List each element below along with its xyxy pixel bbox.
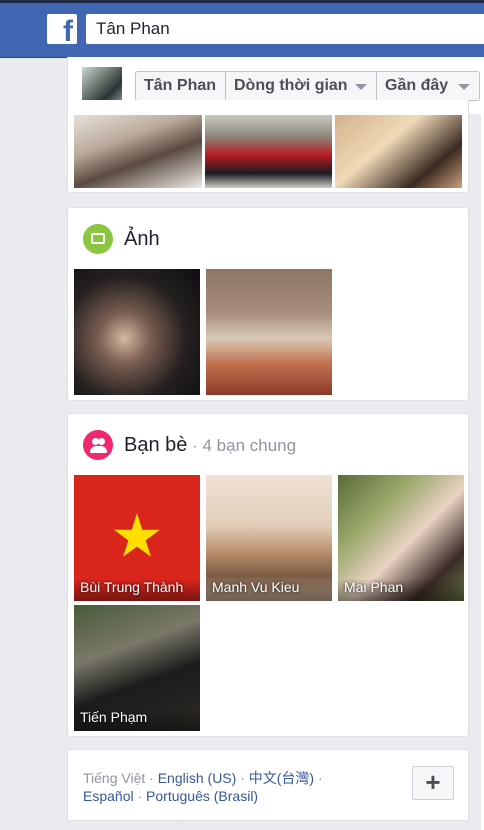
- friends-card: Bạn bè · 4 bạn chung Bùi Trung Thành Man…: [67, 413, 469, 737]
- language-link-chinese[interactable]: 中文(台灣): [249, 770, 314, 786]
- top-navigation-bar: f: [0, 0, 484, 58]
- photo-icon: [83, 224, 113, 254]
- browser-edge: [0, 0, 484, 3]
- photo-thumbnail[interactable]: [206, 269, 332, 395]
- separator: ·: [236, 770, 249, 786]
- mutual-friends-count[interactable]: · 4 bạn chung: [187, 436, 296, 455]
- friend-tile[interactable]: Mai Phan: [338, 475, 464, 601]
- recent-label: Gần đây: [385, 77, 449, 94]
- plus-icon: +: [425, 767, 441, 797]
- friends-icon: [83, 430, 113, 460]
- language-card: Tiếng Việt · English (US) · 中文(台灣) · Esp…: [67, 749, 469, 821]
- language-link-spanish[interactable]: Español: [83, 788, 134, 804]
- recent-dropdown[interactable]: Gần đây: [376, 71, 480, 101]
- chevron-down-icon: [458, 84, 470, 90]
- friends-header: Bạn bè · 4 bạn chung: [124, 434, 296, 457]
- friends-title[interactable]: Bạn bè: [124, 434, 187, 456]
- separator: ·: [314, 770, 323, 786]
- friend-tile[interactable]: Tiến Phạm: [74, 605, 200, 731]
- add-language-button[interactable]: +: [412, 766, 454, 800]
- friend-name[interactable]: Mai Phan: [338, 579, 464, 601]
- friend-name[interactable]: Manh Vu Kieu: [206, 579, 332, 601]
- separator: ·: [145, 770, 158, 786]
- featured-photo[interactable]: [335, 115, 462, 188]
- featured-photo[interactable]: [205, 115, 332, 188]
- profile-name-tab[interactable]: Tân Phan: [135, 71, 226, 101]
- profile-name-label: Tân Phan: [144, 77, 217, 94]
- photo-thumbnail[interactable]: [74, 269, 200, 395]
- friend-name[interactable]: Bùi Trung Thành: [74, 579, 200, 601]
- friend-tile[interactable]: Manh Vu Kieu: [206, 475, 332, 601]
- separator: ·: [133, 788, 147, 804]
- logo-letter: f: [63, 15, 73, 48]
- language-link-portuguese[interactable]: Português (Brasil): [146, 788, 258, 804]
- language-list-line-2: Español · Português (Brasil): [83, 788, 258, 804]
- search-input[interactable]: [86, 14, 484, 44]
- photos-title[interactable]: Ảnh: [124, 228, 160, 251]
- featured-photo[interactable]: [74, 115, 202, 188]
- language-link-english[interactable]: English (US): [158, 770, 237, 786]
- timeline-label: Dòng thời gian: [234, 77, 348, 94]
- friend-tile[interactable]: Bùi Trung Thành: [74, 475, 200, 601]
- current-language: Tiếng Việt: [83, 770, 146, 786]
- friend-name[interactable]: Tiến Phạm: [74, 709, 200, 731]
- chevron-down-icon: [355, 84, 367, 90]
- language-list-line-1: Tiếng Việt · English (US) · 中文(台灣) ·: [83, 768, 323, 788]
- featured-photos-card: [67, 100, 469, 193]
- facebook-logo-icon[interactable]: f: [47, 14, 77, 48]
- photos-card: Ảnh: [67, 207, 469, 401]
- timeline-dropdown[interactable]: Dòng thời gian: [225, 71, 377, 101]
- star-icon: [113, 513, 161, 557]
